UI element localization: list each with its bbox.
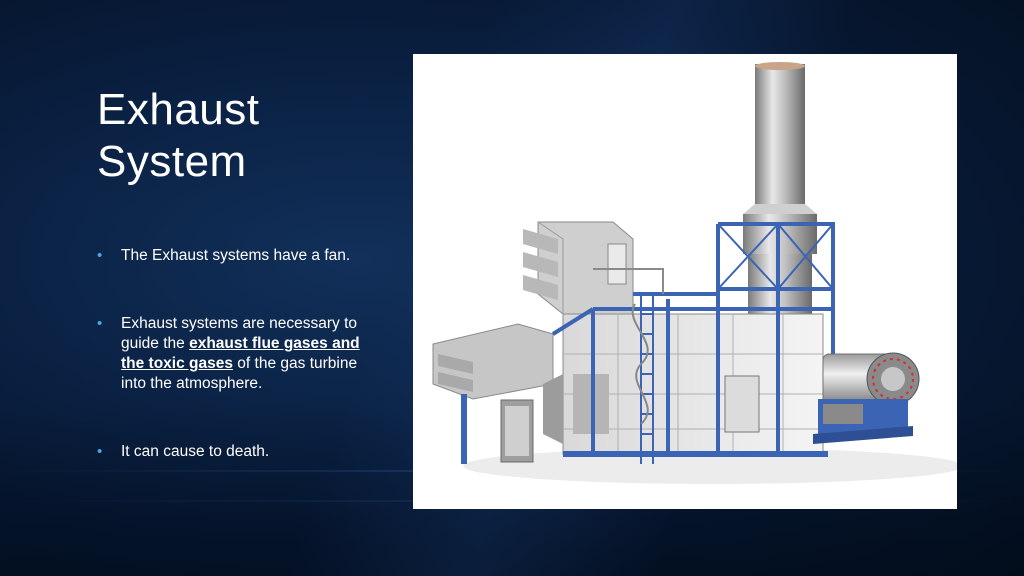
gas-turbine-exhaust-illustration — [413, 54, 957, 509]
bullet-text: Exhaust systems are necessary to guide t… — [121, 314, 386, 394]
stack-transition — [743, 204, 817, 214]
cabinet-door — [505, 406, 529, 456]
stack-rim — [755, 62, 805, 70]
filter-door — [607, 243, 627, 285]
bullet-dot: • — [97, 247, 103, 264]
bullet-dot: • — [97, 315, 103, 332]
gearbox — [823, 404, 863, 424]
enclosure-side — [543, 374, 563, 444]
exhaust-stack — [755, 64, 805, 204]
turbine-drawing — [432, 62, 957, 484]
title-line-1: Exhaust — [97, 85, 260, 134]
bullet-text: The Exhaust systems have a fan. — [121, 247, 351, 264]
title-line-2: System — [97, 137, 247, 186]
bullet-dot: • — [97, 443, 103, 460]
generator-hub — [881, 367, 905, 391]
support-leg — [461, 394, 467, 464]
bullet-text: It can cause to death. — [121, 443, 270, 460]
enclosure-door — [724, 375, 760, 433]
slide-title: Exhaust System — [97, 84, 397, 188]
